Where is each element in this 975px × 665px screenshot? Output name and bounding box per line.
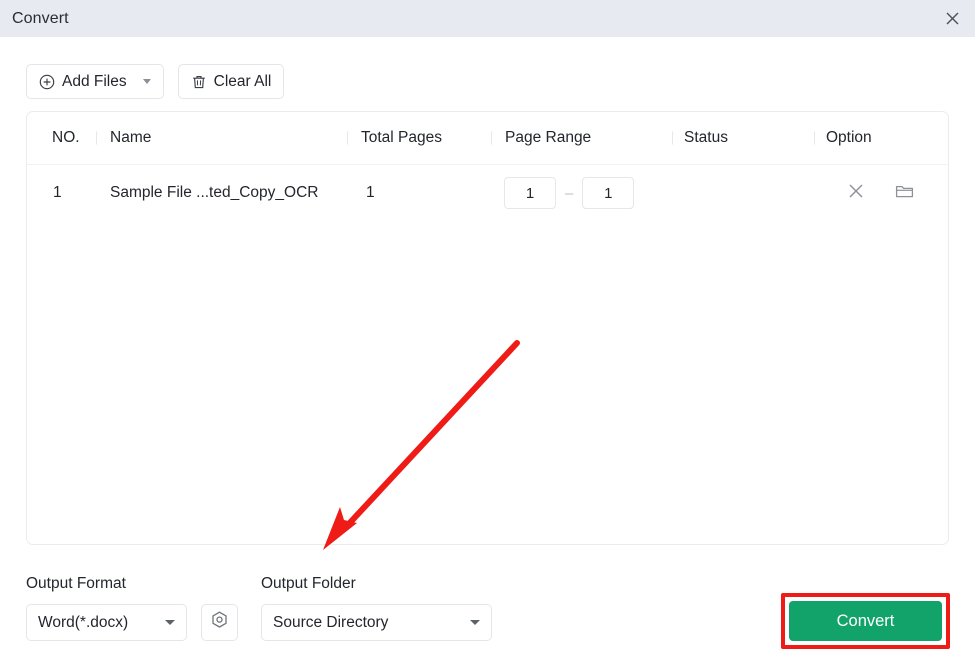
clear-all-label: Clear All xyxy=(213,72,272,90)
folder-icon xyxy=(895,182,914,205)
column-header-no: NO. xyxy=(52,129,80,146)
convert-dialog: Convert Add Files Clear All NO. Name Tot… xyxy=(0,0,975,665)
column-header-option: Option xyxy=(826,129,872,146)
row-total-pages: 1 xyxy=(366,184,375,201)
plus-circle-icon xyxy=(39,74,55,90)
output-folder-value: Source Directory xyxy=(273,613,389,631)
output-folder-label: Output Folder xyxy=(261,575,356,592)
open-folder-button[interactable] xyxy=(893,182,915,204)
window-close-button[interactable] xyxy=(929,0,975,37)
column-header-total-pages: Total Pages xyxy=(361,129,442,146)
clear-all-button[interactable]: Clear All xyxy=(177,64,285,99)
title-bar: Convert xyxy=(0,0,975,37)
output-folder-select[interactable]: Source Directory xyxy=(261,604,492,641)
page-title: Convert xyxy=(12,9,69,27)
close-icon xyxy=(847,182,865,205)
settings-hexagon-icon xyxy=(209,610,230,636)
toolbar: Add Files Clear All xyxy=(26,64,285,99)
table-header: NO. Name Total Pages Page Range Status O… xyxy=(27,112,948,165)
table-row[interactable]: 1 Sample File ...ted_Copy_OCR 1 – xyxy=(27,165,948,221)
output-format-settings-button[interactable] xyxy=(201,604,238,641)
column-divider xyxy=(96,131,97,145)
column-divider xyxy=(672,131,673,145)
output-format-select[interactable]: Word(*.docx) xyxy=(26,604,187,641)
page-range-separator: – xyxy=(565,184,574,202)
column-divider xyxy=(347,131,348,145)
chevron-down-icon xyxy=(470,620,480,625)
row-file-name: Sample File ...ted_Copy_OCR xyxy=(110,184,319,201)
column-header-page-range: Page Range xyxy=(505,129,592,146)
row-options xyxy=(845,182,915,204)
chevron-down-icon xyxy=(165,620,175,625)
page-range-to-input[interactable] xyxy=(582,177,635,209)
output-format-label: Output Format xyxy=(26,575,126,592)
output-format-value: Word(*.docx) xyxy=(38,613,129,631)
page-range-from-input[interactable] xyxy=(504,177,556,209)
column-header-name: Name xyxy=(110,129,152,146)
column-header-status: Status xyxy=(684,129,728,146)
chevron-down-icon[interactable] xyxy=(142,79,151,84)
convert-button[interactable]: Convert xyxy=(789,601,942,641)
file-list-panel: NO. Name Total Pages Page Range Status O… xyxy=(26,111,949,545)
remove-file-button[interactable] xyxy=(845,182,867,204)
row-no: 1 xyxy=(53,184,62,201)
close-icon xyxy=(945,11,960,26)
page-range-controls: – xyxy=(504,177,635,209)
column-divider xyxy=(491,131,492,145)
column-divider xyxy=(814,131,815,145)
trash-icon xyxy=(191,74,207,90)
add-files-button[interactable]: Add Files xyxy=(26,64,164,99)
add-files-label: Add Files xyxy=(62,72,127,90)
